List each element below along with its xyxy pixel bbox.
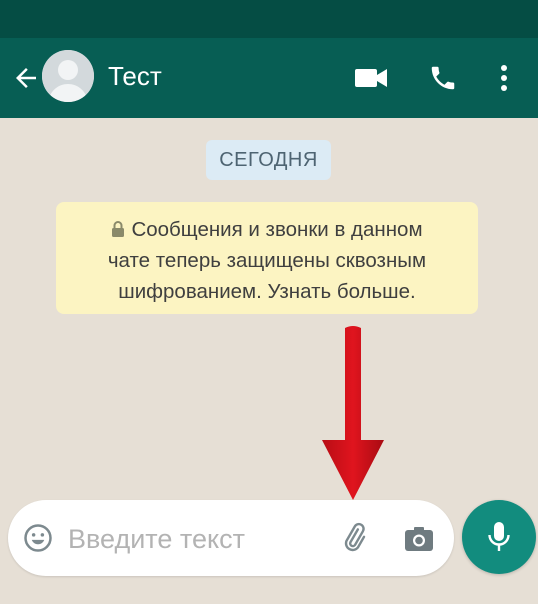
encryption-notice[interactable]: Сообщения и звонки в данном чате теперь … (56, 202, 478, 314)
camera-button[interactable] (400, 520, 438, 558)
voice-call-button[interactable] (422, 58, 464, 98)
encryption-notice-text-1: Сообщения и звонки в данном (131, 218, 423, 241)
default-avatar-icon (42, 50, 94, 102)
date-chip: СЕГОДНЯ (206, 140, 331, 180)
emoji-smile-icon (24, 524, 52, 552)
paperclip-icon (344, 522, 366, 552)
attach-button[interactable] (334, 518, 374, 558)
emoji-button[interactable] (20, 520, 56, 556)
encryption-notice-line3: шифрованием. Узнать больше. (118, 280, 416, 303)
annotation-arrow-down (322, 326, 384, 500)
lock-icon (112, 221, 125, 237)
video-camera-icon (355, 69, 387, 87)
message-composer (8, 500, 454, 576)
menu-button[interactable] (486, 58, 522, 98)
camera-icon (405, 527, 433, 551)
chat-area[interactable]: СЕГОДНЯ Сообщения и звонки в данном чате… (0, 118, 538, 604)
chat-toolbar: Тест (0, 38, 538, 118)
video-call-button[interactable] (350, 58, 392, 98)
arrow-left-icon (16, 68, 36, 88)
voice-message-button[interactable] (462, 500, 536, 574)
more-vert-icon (501, 65, 507, 91)
status-bar (0, 0, 538, 38)
back-button[interactable] (6, 56, 46, 100)
phone-icon (431, 66, 455, 90)
avatar[interactable] (42, 50, 94, 102)
encryption-notice-line1: Сообщения и звонки в данном (64, 214, 470, 245)
message-input[interactable] (68, 518, 330, 560)
microphone-icon (488, 522, 510, 551)
chat-title[interactable]: Тест (108, 60, 162, 92)
encryption-notice-line2: чате теперь защищены сквозным (107, 249, 427, 272)
